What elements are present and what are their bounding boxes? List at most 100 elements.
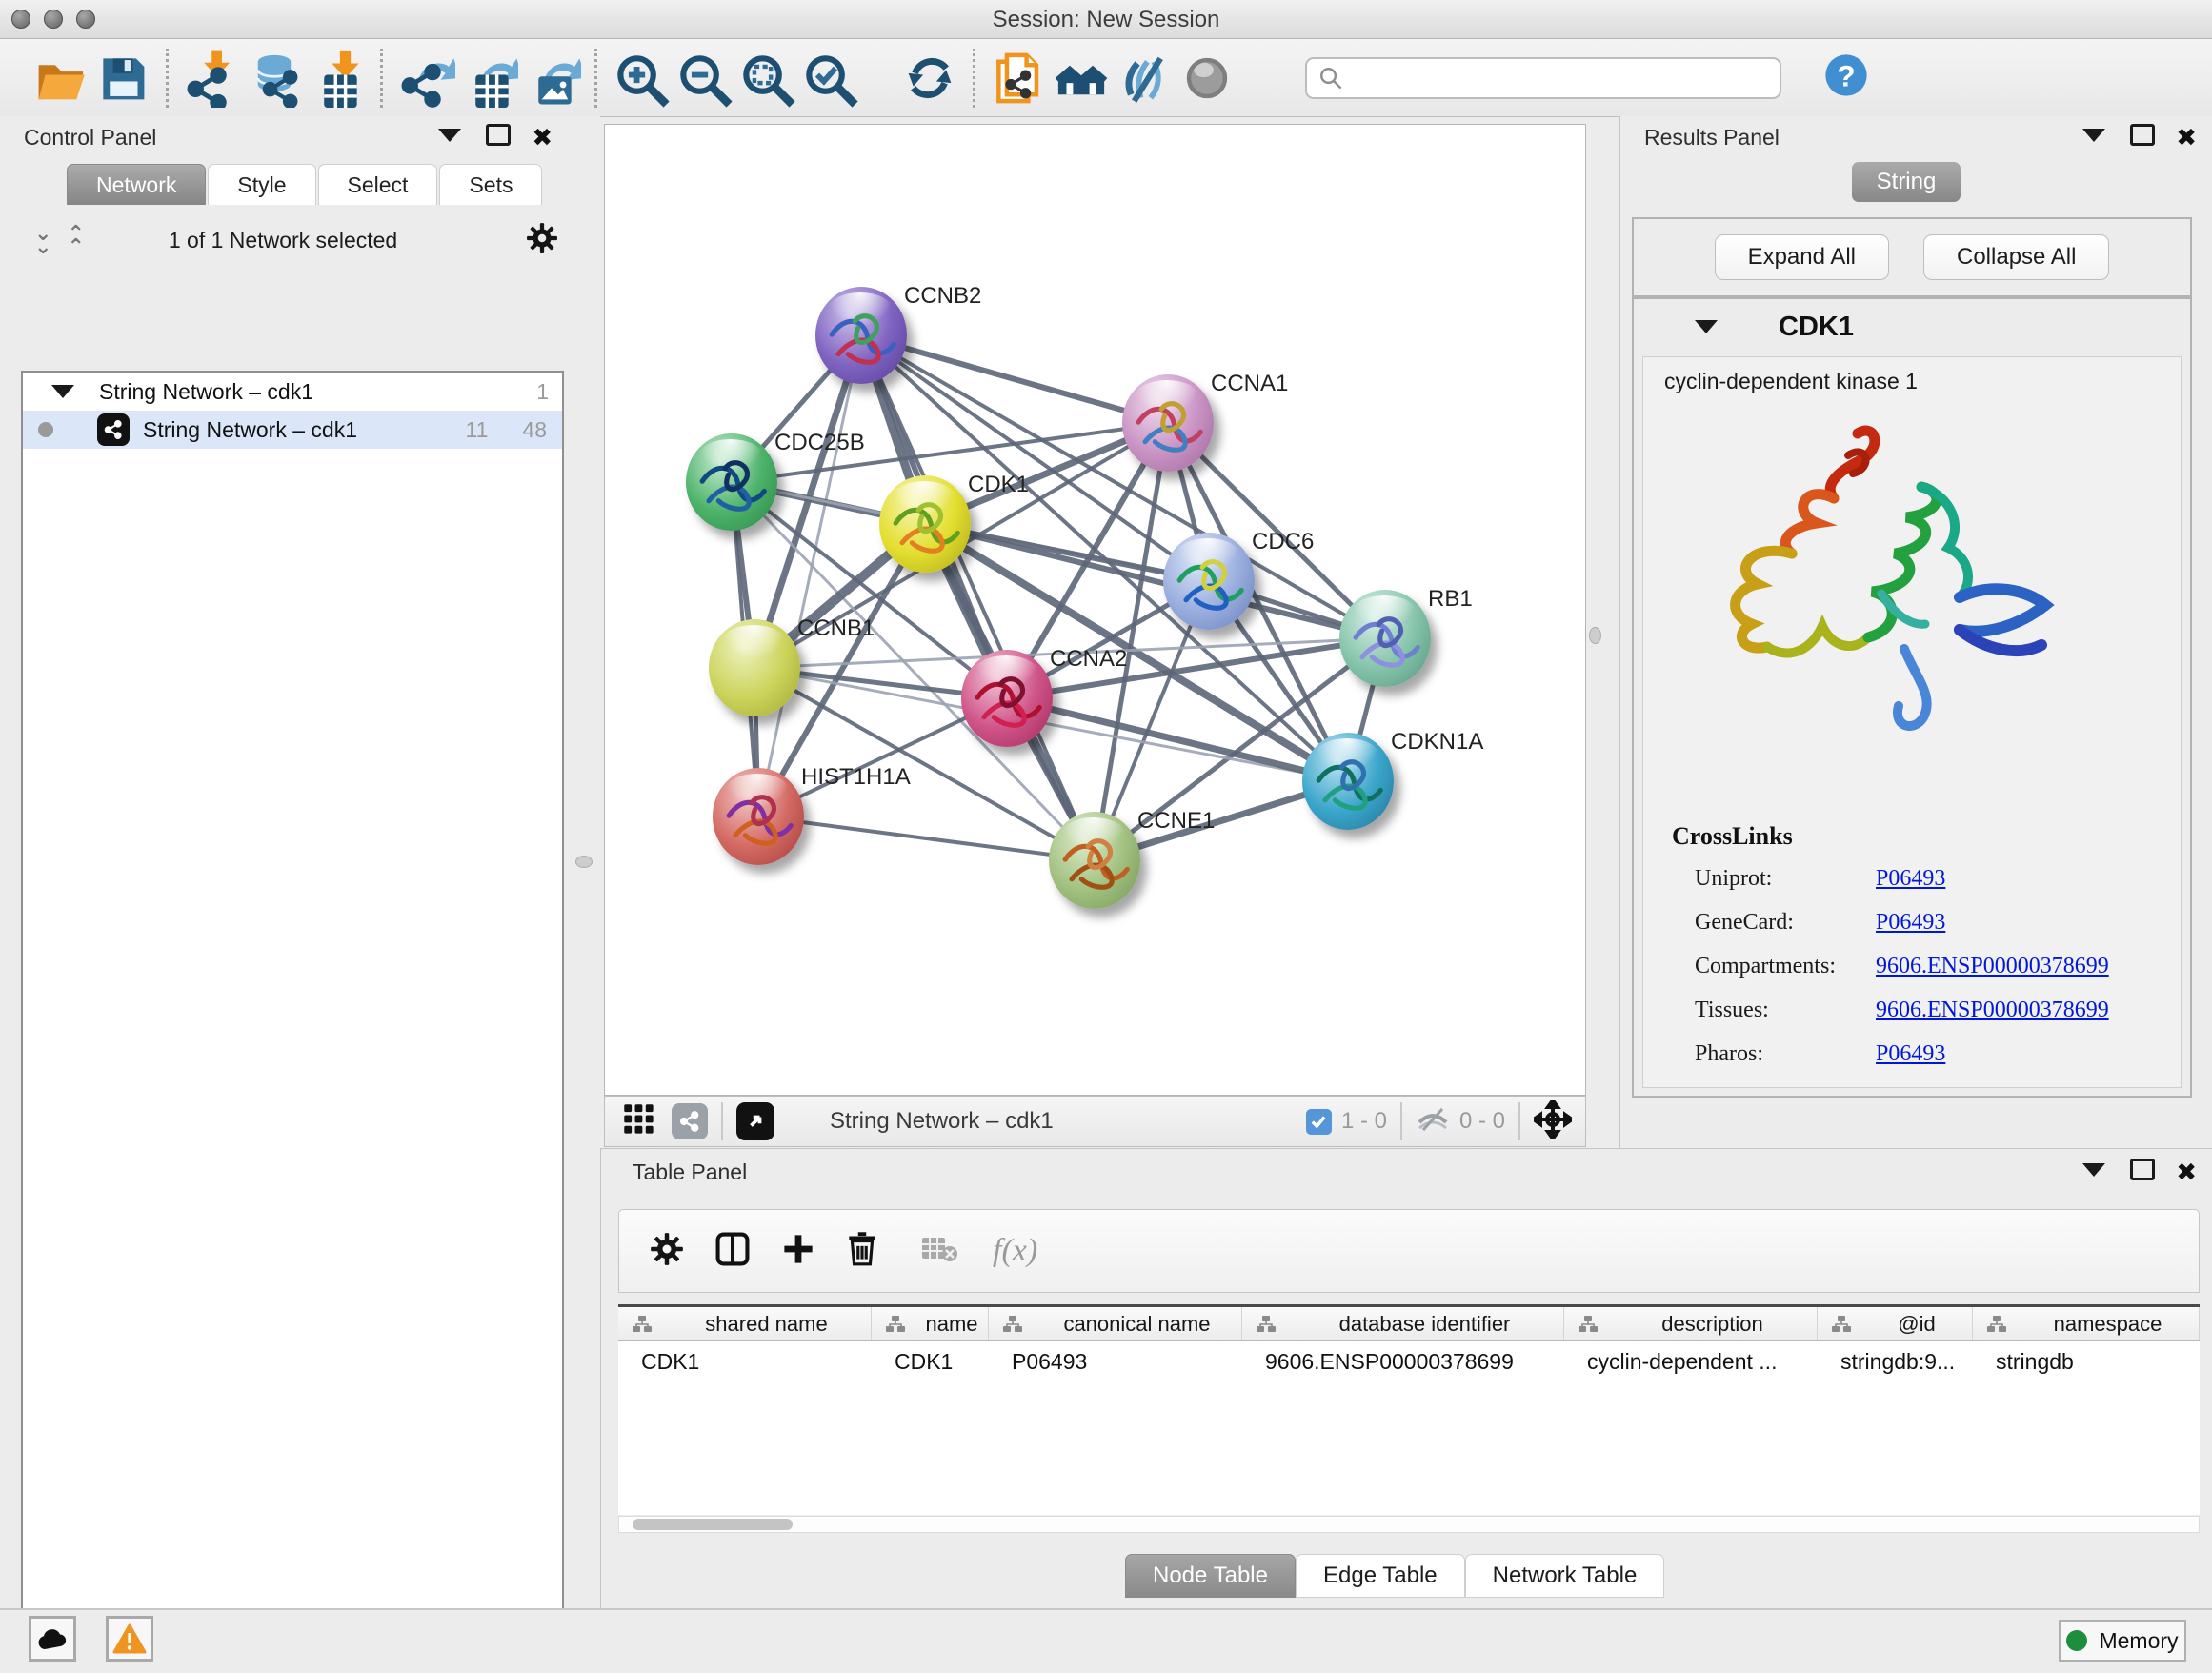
control-panel-title: Control Panel xyxy=(24,125,156,151)
network-edge[interactable] xyxy=(758,335,861,816)
network-node-cdc6[interactable] xyxy=(1163,533,1255,630)
help-button[interactable]: ? xyxy=(1821,50,1871,105)
results-panel-float-icon[interactable] xyxy=(2130,124,2155,151)
selected-nodes-checkbox[interactable] xyxy=(1306,1109,1332,1135)
network-node-ccna1[interactable] xyxy=(1122,374,1214,472)
import-network-file-icon[interactable] xyxy=(180,47,243,110)
birdseye-view-icon[interactable] xyxy=(736,1102,774,1140)
table-cell[interactable]: cyclin-dependent ... xyxy=(1564,1341,1818,1381)
column-header--id[interactable]: @id xyxy=(1818,1307,1973,1340)
network-node-cdkn1a[interactable] xyxy=(1302,733,1394,830)
protein-thumbnail xyxy=(1163,538,1255,635)
network-canvas[interactable]: CCNB2CCNA1CDC25BCDK1CDC6RB1CCNB1CCNA2CDK… xyxy=(604,124,1586,1096)
column-header-database-identifier[interactable]: database identifier xyxy=(1242,1307,1564,1340)
column-header-description[interactable]: description xyxy=(1564,1307,1818,1340)
table-panel-collapse-icon[interactable] xyxy=(2082,1163,2105,1181)
refresh-icon[interactable] xyxy=(898,47,961,110)
search-input[interactable] xyxy=(1343,65,1757,91)
crosslink-link[interactable]: P06493 xyxy=(1876,866,1945,892)
left-splitter-handle[interactable] xyxy=(575,856,593,868)
new-network-from-selection-icon[interactable] xyxy=(987,47,1050,110)
show-all-icon[interactable] xyxy=(1176,47,1238,110)
table-gear-icon[interactable] xyxy=(650,1232,684,1271)
control-panel-close-icon[interactable]: ✖ xyxy=(532,128,553,147)
zoom-fit-icon[interactable] xyxy=(734,47,797,110)
scrollbar-thumb[interactable] xyxy=(633,1519,793,1530)
zoom-in-icon[interactable] xyxy=(609,47,672,110)
table-cell[interactable]: 9606.ENSP00000378699 xyxy=(1242,1341,1564,1381)
collapse-all-button[interactable]: Collapse All xyxy=(1923,234,2109,280)
grid-view-icon[interactable] xyxy=(622,1102,656,1141)
table-panel-float-icon[interactable] xyxy=(2130,1159,2155,1185)
table-panel-close-icon[interactable]: ✖ xyxy=(2176,1162,2197,1181)
tab-network-table[interactable]: Network Table xyxy=(1465,1554,1665,1598)
hide-selected-icon[interactable] xyxy=(1113,47,1176,110)
tab-edge-table[interactable]: Edge Table xyxy=(1296,1554,1465,1598)
table-cell[interactable]: stringdb:9... xyxy=(1818,1341,1973,1381)
string-style-icon[interactable] xyxy=(672,1103,708,1139)
network-node-ccnb1[interactable] xyxy=(709,619,800,716)
protein-thumbnail xyxy=(713,774,804,871)
toolbar-separator xyxy=(594,49,597,108)
first-neighbors-icon[interactable] xyxy=(1050,47,1113,110)
network-collection-row[interactable]: String Network – cdk1 1 xyxy=(23,373,562,411)
expand-all-networks-icon[interactable]: ⌄⌄ xyxy=(34,227,51,253)
zoom-selected-icon[interactable] xyxy=(797,47,860,110)
export-image-icon[interactable] xyxy=(520,47,583,110)
crosslink-link[interactable]: P06493 xyxy=(1876,910,1945,936)
delete-column-icon[interactable] xyxy=(846,1231,878,1272)
expand-all-button[interactable]: Expand All xyxy=(1715,234,1889,280)
table-cell[interactable]: CDK1 xyxy=(618,1341,872,1381)
crosslink-link[interactable]: P06493 xyxy=(1876,1041,1945,1067)
table-cell[interactable]: CDK1 xyxy=(872,1341,989,1381)
network-node-cdk1[interactable] xyxy=(879,475,971,573)
column-header-shared-name[interactable]: shared name xyxy=(618,1307,872,1340)
protein-thumbnail xyxy=(961,655,1053,753)
table-horizontal-scrollbar[interactable] xyxy=(618,1516,2200,1533)
network-node-ccna2[interactable] xyxy=(961,650,1053,747)
column-header-canonical-name[interactable]: canonical name xyxy=(989,1307,1242,1340)
add-column-icon[interactable] xyxy=(781,1232,815,1271)
import-network-database-icon[interactable] xyxy=(243,47,306,110)
control-panel-float-icon[interactable] xyxy=(486,124,511,151)
fit-content-crosshair-icon[interactable] xyxy=(1534,1100,1572,1143)
network-node-hist1h1a[interactable] xyxy=(713,768,804,865)
results-panel-close-icon[interactable]: ✖ xyxy=(2176,128,2197,147)
warnings-button[interactable] xyxy=(106,1616,153,1662)
tab-network[interactable]: Network xyxy=(67,164,206,205)
tab-sets[interactable]: Sets xyxy=(439,164,542,205)
memory-button[interactable]: Memory xyxy=(2059,1620,2186,1662)
network-node-ccne1[interactable] xyxy=(1049,812,1140,909)
open-session-icon[interactable] xyxy=(29,47,91,110)
network-row-selected[interactable]: String Network – cdk1 11 48 xyxy=(23,411,562,449)
result-expand-icon[interactable] xyxy=(1695,320,1718,333)
collapse-all-networks-icon[interactable]: ⌃⌃ xyxy=(67,227,84,253)
column-header-namespace[interactable]: namespace xyxy=(1973,1307,2200,1340)
table-row[interactable]: CDK1CDK1P064939606.ENSP00000378699cyclin… xyxy=(618,1341,2200,1381)
export-table-icon[interactable] xyxy=(457,47,520,110)
control-panel-collapse-icon[interactable] xyxy=(438,129,461,147)
column-header-name[interactable]: name xyxy=(872,1307,989,1340)
cloud-button[interactable] xyxy=(29,1616,76,1662)
network-panel-gear-icon[interactable] xyxy=(526,222,558,259)
save-session-icon[interactable] xyxy=(91,47,154,110)
tab-string[interactable]: String xyxy=(1852,162,1961,202)
right-splitter-handle[interactable] xyxy=(1589,627,1601,644)
table-cell[interactable]: stringdb xyxy=(1973,1341,2200,1381)
crosslink-link[interactable]: 9606.ENSP00000378699 xyxy=(1876,998,2109,1023)
select-columns-icon[interactable] xyxy=(714,1231,751,1272)
tab-node-table[interactable]: Node Table xyxy=(1125,1554,1296,1598)
results-panel-collapse-icon[interactable] xyxy=(2082,129,2105,147)
crosslink-link[interactable]: 9606.ENSP00000378699 xyxy=(1876,954,2109,979)
network-edge[interactable] xyxy=(758,816,1095,860)
import-table-icon[interactable] xyxy=(306,47,369,110)
table-cell[interactable]: P06493 xyxy=(989,1341,1242,1381)
network-node-cdc25b[interactable] xyxy=(686,433,777,531)
network-node-rb1[interactable] xyxy=(1339,590,1431,687)
tab-style[interactable]: Style xyxy=(208,164,315,205)
zoom-out-icon[interactable] xyxy=(672,47,734,110)
collection-expand-icon[interactable] xyxy=(51,385,74,398)
network-node-ccnb2[interactable] xyxy=(815,287,907,384)
export-network-icon[interactable] xyxy=(394,47,457,110)
tab-select[interactable]: Select xyxy=(318,164,438,205)
